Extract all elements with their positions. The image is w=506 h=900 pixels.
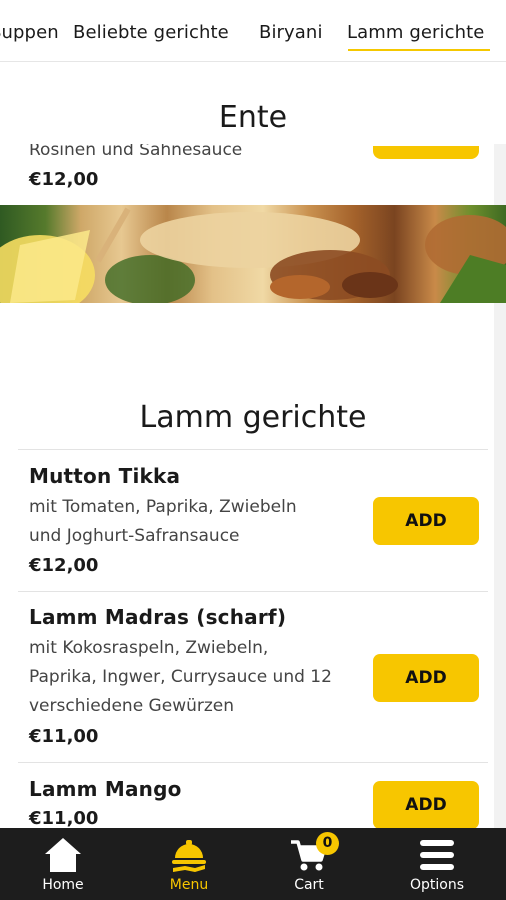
- nav-home[interactable]: Home: [0, 828, 126, 900]
- tab-suppen[interactable]: Suppen: [0, 22, 59, 43]
- tab-lamm-gerichte[interactable]: Lamm gerichte: [347, 22, 485, 43]
- menu-item-price: €12,00: [29, 555, 99, 576]
- active-tab-indicator: [348, 49, 490, 51]
- bottom-navigation: Home Menu 0 Cart Options: [0, 828, 506, 900]
- cart-count-badge: 0: [316, 832, 339, 855]
- menu-item-name: Lamm Mango: [29, 777, 182, 801]
- food-tray-icon: [172, 840, 206, 872]
- divider: [18, 762, 488, 763]
- food-banner-illustration: [0, 207, 506, 303]
- menu-item-description-line: Paprika, Ingwer, Currysauce und 12: [29, 667, 332, 687]
- tab-beliebte-gerichte[interactable]: Beliebte gerichte: [73, 22, 229, 43]
- menu-item-price: €11,00: [29, 726, 99, 747]
- divider: [18, 449, 488, 450]
- section-title-ente: Ente: [218, 100, 288, 135]
- menu-item-name: Lamm Madras (scharf): [29, 605, 287, 629]
- menu-item-description-line: mit Tomaten, Paprika, Zwiebeln: [29, 497, 297, 517]
- menu-lines-icon: [420, 840, 454, 870]
- section-title-lamm: Lamm gerichte: [139, 400, 367, 435]
- menu-page: Rosinen und Sahnesauce Ente €12,00 Lamm …: [0, 0, 506, 900]
- menu-item-name: Mutton Tikka: [29, 464, 181, 488]
- nav-options-label: Options: [409, 877, 465, 893]
- add-button[interactable]: ADD: [373, 781, 479, 829]
- menu-item-description-line: verschiedene Gewürzen: [29, 696, 235, 716]
- category-tab-bar: Suppen Beliebte gerichte Biryani Lamm ge…: [0, 0, 506, 62]
- menu-item-price: €11,00: [29, 808, 99, 829]
- nav-menu[interactable]: Menu: [126, 828, 252, 900]
- food-banner-image: [0, 205, 506, 303]
- menu-item-description-line: und Joghurt-Safransauce: [29, 526, 240, 546]
- nav-home-label: Home: [42, 877, 84, 893]
- tab-biryani[interactable]: Biryani: [259, 22, 323, 43]
- add-button[interactable]: ADD: [373, 497, 479, 545]
- ente-item-price: €12,00: [29, 169, 99, 190]
- menu-item-description-line: mit Kokosraspeln, Zwiebeln,: [29, 638, 269, 658]
- nav-options[interactable]: Options: [374, 828, 500, 900]
- add-button[interactable]: ADD: [373, 654, 479, 702]
- nav-cart-label: Cart: [294, 877, 324, 893]
- divider: [18, 591, 488, 592]
- home-icon: [45, 838, 81, 872]
- nav-cart[interactable]: 0 Cart: [246, 828, 372, 900]
- nav-menu-label: Menu: [169, 877, 209, 893]
- ente-add-button[interactable]: [373, 146, 479, 159]
